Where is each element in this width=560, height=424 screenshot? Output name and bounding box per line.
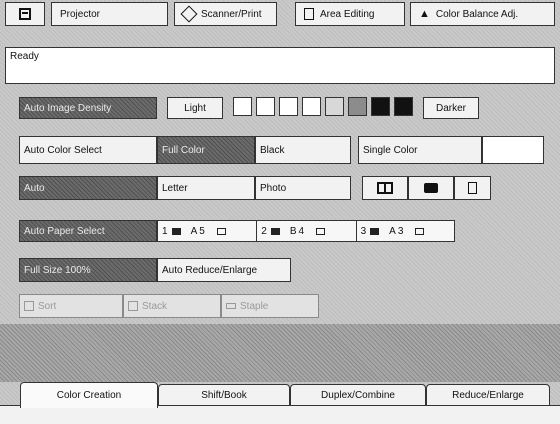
button-label: Light	[184, 102, 206, 114]
full-color-button[interactable]: Full Color	[157, 136, 255, 164]
button-label: Full Color	[162, 144, 205, 156]
tab-color-creation[interactable]: Color Creation	[20, 382, 158, 408]
single-color-button[interactable]: Single Color	[358, 136, 482, 164]
tab-area-editing[interactable]: Area Editing	[295, 2, 405, 26]
button-label: Auto	[24, 182, 45, 194]
button-label: Sort	[38, 300, 57, 312]
full-size-button[interactable]: Full Size 100%	[19, 258, 157, 282]
paper-tray-icon	[171, 227, 181, 235]
button-label: Letter	[162, 182, 188, 194]
photo-camera-icon	[424, 183, 438, 193]
tab-label: Color Creation	[56, 390, 122, 401]
tab-reduce-enlarge[interactable]: Reduce/Enlarge	[426, 384, 550, 406]
paper-orientation-icon	[415, 227, 425, 235]
area-editing-icon	[304, 8, 314, 20]
paper-tray-group: 1 A5 2 B4 3 A3	[157, 220, 455, 242]
paper-tray-icon	[270, 227, 280, 235]
stack-icon	[128, 301, 138, 311]
paper-orientation-icon	[216, 227, 226, 235]
density-swatch[interactable]	[371, 97, 390, 116]
tab-label: Reduce/Enlarge	[452, 389, 524, 401]
density-swatch[interactable]	[302, 97, 321, 116]
tray-size: A5	[190, 225, 207, 237]
tab-label: Scanner/Print	[201, 8, 262, 20]
paper-orientation-icon	[316, 227, 326, 235]
single-color-swatch[interactable]	[482, 136, 544, 164]
function-band	[0, 324, 560, 382]
letter-button[interactable]: Letter	[157, 176, 255, 200]
photo-button[interactable]: Photo	[255, 176, 351, 200]
button-label: Darker	[435, 102, 466, 114]
tab-label: Projector	[60, 8, 101, 20]
button-label: Auto Image Density	[24, 102, 112, 114]
tray-number: 3	[360, 225, 367, 237]
auto-color-select-button[interactable]: Auto Color Select	[19, 136, 157, 164]
darker-button[interactable]: Darker	[423, 97, 479, 119]
tab-color-balance[interactable]: ▲ Color Balance Adj.	[410, 2, 555, 26]
density-swatch[interactable]	[233, 97, 252, 116]
density-swatch[interactable]	[394, 97, 413, 116]
tab-label: Shift/Book	[201, 389, 247, 401]
tab-label: Duplex/Combine	[321, 389, 395, 401]
color-balance-icon: ▲	[419, 8, 430, 20]
staple-icon	[226, 303, 236, 309]
button-label: Auto Reduce/Enlarge	[162, 264, 258, 276]
tab-label: Color Balance Adj.	[435, 8, 519, 20]
tab-label: Area Editing	[320, 8, 375, 20]
home-icon	[19, 8, 31, 20]
paper-tray-1[interactable]: 1 A5	[158, 221, 258, 241]
home-icon-button[interactable]	[5, 2, 45, 26]
sort-button[interactable]: Sort	[19, 294, 123, 318]
tray-number: 2	[261, 225, 267, 237]
photo-mode-button[interactable]	[408, 176, 454, 200]
density-swatch[interactable]	[348, 97, 367, 116]
button-label: Black	[260, 144, 285, 156]
light-button[interactable]: Light	[167, 97, 223, 119]
button-label: Stack	[142, 300, 168, 312]
paper-tray-2[interactable]: 2 B4	[257, 221, 357, 241]
auto-reduce-enlarge-button[interactable]: Auto Reduce/Enlarge	[157, 258, 291, 282]
tab-projector[interactable]: Projector	[51, 2, 168, 26]
tray-size: B4	[289, 225, 307, 237]
status-message: Ready	[10, 51, 39, 62]
density-swatch[interactable]	[325, 97, 344, 116]
auto-original-button[interactable]: Auto	[19, 176, 157, 200]
book-icon	[377, 182, 393, 194]
document-icon	[468, 182, 477, 194]
auto-paper-select-button[interactable]: Auto Paper Select	[19, 220, 157, 242]
black-button[interactable]: Black	[255, 136, 351, 164]
tab-shift-book[interactable]: Shift/Book	[158, 384, 290, 406]
book-mode-button[interactable]	[362, 176, 408, 200]
density-swatch[interactable]	[256, 97, 275, 116]
density-swatch[interactable]	[279, 97, 298, 116]
stack-button[interactable]: Stack	[123, 294, 221, 318]
button-label: Staple	[240, 300, 269, 312]
tray-size: A3	[389, 225, 406, 237]
button-label: Full Size 100%	[24, 264, 91, 276]
paper-tray-icon	[370, 227, 380, 235]
button-label: Auto Color Select	[24, 144, 102, 156]
button-label: Single Color	[363, 144, 418, 156]
button-label: Auto Paper Select	[24, 225, 105, 237]
paper-tray-3[interactable]: 3 A3	[357, 221, 454, 241]
scanner-icon	[180, 5, 198, 23]
staple-button[interactable]: Staple	[221, 294, 319, 318]
auto-image-density-button[interactable]: Auto Image Density	[19, 97, 157, 119]
document-mode-button[interactable]	[454, 176, 491, 200]
status-message-box: Ready	[5, 47, 555, 84]
tab-scanner-print[interactable]: Scanner/Print	[174, 2, 277, 26]
tab-duplex-combine[interactable]: Duplex/Combine	[290, 384, 426, 406]
tray-number: 1	[162, 225, 168, 237]
sort-icon	[24, 301, 34, 311]
button-label: Photo	[260, 182, 287, 194]
